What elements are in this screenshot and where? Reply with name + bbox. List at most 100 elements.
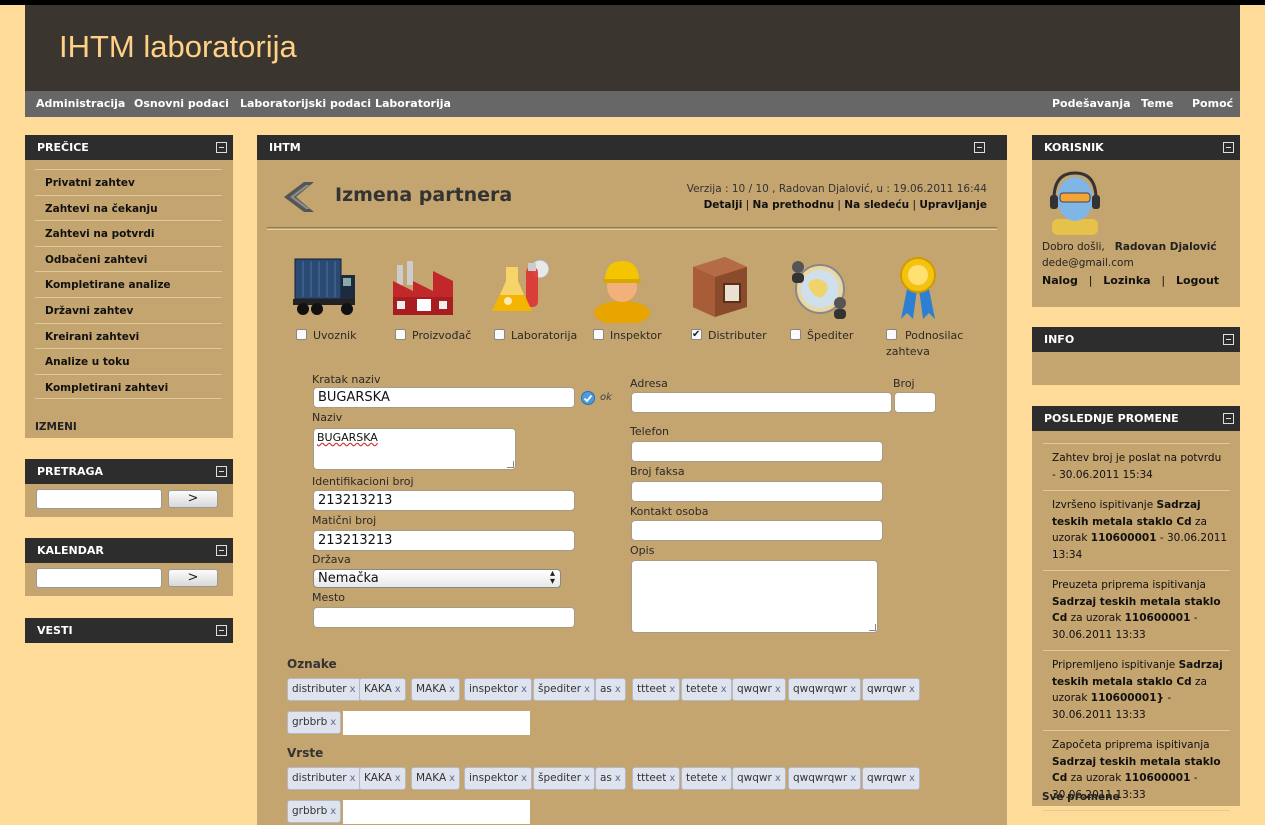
tag-remove-icon[interactable]: x (909, 684, 915, 695)
tag-label: tetete (686, 772, 718, 784)
broj-input[interactable] (894, 392, 936, 413)
tag-remove-icon[interactable]: x (521, 773, 527, 784)
minimize-icon[interactable] (1223, 413, 1234, 424)
shortcut-kompletirane-analize[interactable]: Kompletirane analize (35, 271, 222, 297)
minimize-icon[interactable] (216, 625, 227, 636)
search-input[interactable] (36, 489, 162, 509)
factory-icon (393, 261, 453, 315)
minimize-icon[interactable] (1223, 142, 1234, 153)
opis-textarea[interactable] (631, 560, 878, 633)
vrste-tag-input[interactable] (343, 800, 530, 824)
search-button[interactable]: > (168, 490, 218, 508)
oznake-tag-input[interactable] (343, 711, 530, 735)
menu-laboratorijski-podaci[interactable]: Laboratorijski podaci (240, 97, 371, 110)
menu-podesavanja[interactable]: Podešavanja (1052, 97, 1131, 110)
resize-grip[interactable] (507, 461, 514, 468)
all-changes-link[interactable]: Sve promene (1042, 791, 1120, 803)
menu-teme[interactable]: Teme (1141, 97, 1173, 110)
tag-remove-icon[interactable]: x (449, 684, 455, 695)
recent-change-highlight: 110600001} (1090, 692, 1164, 704)
calendar-button[interactable]: > (168, 569, 218, 587)
role-laboratorija-checkbox[interactable] (494, 329, 505, 340)
tag-item: špediter x (533, 767, 595, 790)
tag-remove-icon[interactable]: x (330, 717, 336, 728)
kratak-naziv-input[interactable]: BUGARSKA (313, 387, 575, 408)
menu-administracija[interactable]: Administracija (36, 97, 125, 110)
role-inspektor-checkbox[interactable] (593, 329, 604, 340)
role-proizvodjac-text: Proizvođač (412, 329, 472, 342)
tag-label: qwqwr (737, 683, 772, 695)
shortcut-kompletirani-zahtevi[interactable]: Kompletirani zahtevi (35, 373, 222, 400)
menu-osnovni-podaci[interactable]: Osnovni podaci (134, 97, 229, 110)
tag-remove-icon[interactable]: x (850, 773, 856, 784)
tag-remove-icon[interactable]: x (615, 773, 621, 784)
link-upravljanje[interactable]: Upravljanje (919, 199, 987, 211)
tag-remove-icon[interactable]: x (669, 773, 675, 784)
menu-pomoc[interactable]: Pomoć (1192, 97, 1233, 110)
tag-remove-icon[interactable]: x (775, 773, 781, 784)
tag-remove-icon[interactable]: x (850, 684, 856, 695)
link-logout[interactable]: Logout (1176, 274, 1219, 287)
main-menu: Administracija Osnovni podaci Laboratori… (25, 91, 1240, 117)
adresa-input[interactable] (631, 392, 892, 413)
minimize-icon[interactable] (216, 466, 227, 477)
shortcut-kreirani-zahtevi[interactable]: Kreirani zahtevi (35, 322, 222, 349)
tag-item: qwrqwr x (862, 767, 920, 790)
link-lozinka[interactable]: Lozinka (1103, 274, 1150, 287)
role-uvoznik-checkbox[interactable] (296, 329, 307, 340)
role-distributer-checkbox[interactable] (691, 327, 702, 343)
broj-faksa-input[interactable] (631, 481, 883, 502)
role-spediter-checkbox[interactable] (790, 329, 801, 340)
tag-remove-icon[interactable]: x (395, 684, 401, 695)
tag-remove-icon[interactable]: x (615, 684, 621, 695)
role-inspektor-text: Inspektor (610, 329, 662, 342)
shortcut-drzavni-zahtev[interactable]: Državni zahtev (35, 296, 222, 323)
tag-remove-icon[interactable]: x (330, 806, 336, 817)
shortcut-odbaceni-zahtevi[interactable]: Odbačeni zahtevi (35, 245, 222, 272)
page: IHTM laboratorija Administracija Osnovni… (0, 5, 1265, 825)
calendar-input[interactable] (36, 568, 162, 588)
tag-remove-icon[interactable]: x (449, 773, 455, 784)
link-na-prethodnu[interactable]: Na prethodnu (753, 199, 835, 211)
identifikacioni-broj-input[interactable]: 213213213 (313, 490, 575, 511)
drzava-select[interactable]: Nemačka ▴ ▾ (313, 569, 561, 588)
shortcut-privatni-zahtev[interactable]: Privatni zahtev (35, 169, 222, 195)
role-podnosilac-zahteva-checkbox[interactable] (886, 329, 897, 340)
role-proizvodjac-checkbox[interactable] (395, 329, 406, 340)
shortcut-analize-u-toku[interactable]: Analize u toku (35, 348, 222, 374)
tag-remove-icon[interactable]: x (721, 773, 727, 784)
tag-remove-icon[interactable]: x (721, 684, 727, 695)
role-distributer-label: Distributer (691, 327, 767, 344)
shortcut-zahtevi-na-potvrdi[interactable]: Zahtevi na potvrdi (35, 220, 222, 246)
recent-change-text: za uzorak (1067, 772, 1125, 784)
tag-remove-icon[interactable]: x (909, 773, 915, 784)
kontakt-osoba-input[interactable] (631, 520, 883, 541)
minimize-icon[interactable] (216, 142, 227, 153)
maticni-broj-input[interactable]: 213213213 (313, 530, 575, 551)
tag-remove-icon[interactable]: x (395, 773, 401, 784)
tag-remove-icon[interactable]: x (521, 684, 527, 695)
link-na-sledecu[interactable]: Na sledeću (844, 199, 909, 211)
recent-change-text: za uzorak (1067, 612, 1125, 624)
minimize-icon[interactable] (974, 142, 985, 153)
tag-remove-icon[interactable]: x (584, 684, 590, 695)
tag-remove-icon[interactable]: x (350, 684, 356, 695)
tag-remove-icon[interactable]: x (775, 684, 781, 695)
mesto-input[interactable] (313, 607, 575, 628)
naziv-label: Naziv (312, 411, 343, 424)
tag-remove-icon[interactable]: x (669, 684, 675, 695)
minimize-icon[interactable] (216, 545, 227, 556)
link-detalji[interactable]: Detalji (704, 199, 743, 211)
back-arrow-icon[interactable] (282, 179, 318, 215)
telefon-input[interactable] (631, 441, 883, 462)
tag-remove-icon[interactable]: x (350, 773, 356, 784)
tag-remove-icon[interactable]: x (584, 773, 590, 784)
resize-grip[interactable] (869, 624, 876, 631)
naziv-textarea[interactable]: BUGARSKA (313, 428, 516, 470)
link-nalog[interactable]: Nalog (1042, 274, 1078, 287)
menu-laboratorija[interactable]: Laboratorija (375, 97, 451, 110)
app-header: IHTM laboratorija (25, 5, 1240, 91)
shortcut-zahtevi-na-cekanju[interactable]: Zahtevi na čekanju (35, 194, 222, 221)
shortcuts-edit-link[interactable]: IZMENI (35, 421, 77, 433)
minimize-icon[interactable] (1223, 334, 1234, 345)
